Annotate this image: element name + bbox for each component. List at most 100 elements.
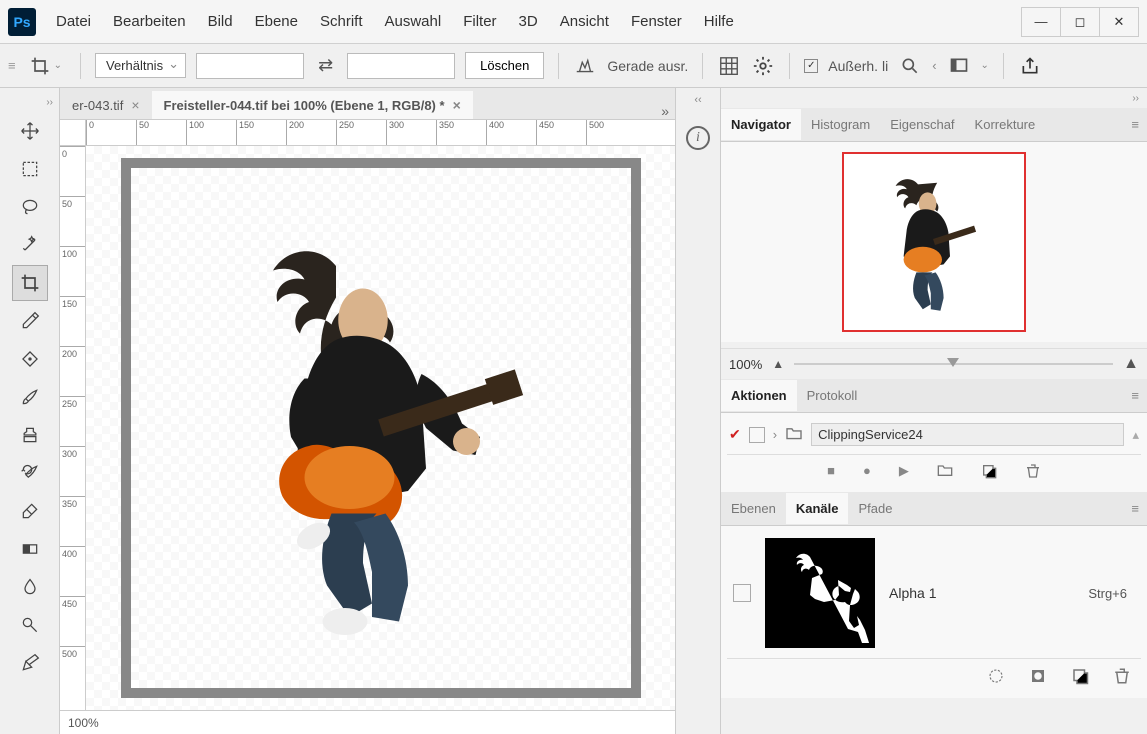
lasso-tool[interactable] (12, 189, 48, 225)
delete-pixels-checkbox[interactable]: ✓ (804, 59, 818, 73)
menu-help[interactable]: Hilfe (704, 13, 734, 30)
pen-tool[interactable] (12, 645, 48, 681)
tab-paths[interactable]: Pfade (848, 493, 902, 524)
tab-label: er-043.tif (72, 98, 123, 113)
navigator-thumbnail[interactable] (842, 152, 1026, 332)
eyedropper-tool[interactable] (12, 303, 48, 339)
maximize-button[interactable]: ◻ (1060, 7, 1100, 37)
straighten-icon[interactable] (573, 54, 597, 78)
menu-view[interactable]: Ansicht (560, 13, 609, 30)
new-action-icon[interactable] (981, 463, 997, 482)
new-set-icon[interactable] (937, 463, 953, 482)
collapse-chevron-icon[interactable]: ‹‹ (694, 94, 701, 106)
panel-expand-icon[interactable]: ›› (721, 88, 1147, 108)
tab-histogram[interactable]: Histogram (801, 109, 880, 140)
tabs-overflow-icon[interactable]: » (661, 103, 669, 119)
close-button[interactable]: ✕ (1099, 7, 1139, 37)
tab-adjustments[interactable]: Korrekture (965, 109, 1046, 140)
action-dialog-box[interactable] (749, 427, 765, 443)
panel-menu-icon[interactable]: ≡ (1123, 388, 1147, 403)
tab-history[interactable]: Protokoll (797, 380, 868, 411)
menu-edit[interactable]: Bearbeiten (113, 13, 186, 30)
play-icon[interactable]: ▶ (899, 463, 909, 482)
tab-channels[interactable]: Kanäle (786, 493, 849, 524)
eraser-tool[interactable] (12, 493, 48, 529)
clone-stamp-tool[interactable] (12, 417, 48, 453)
actions-panel: ✔ › ClippingService24 ▴ ■ ● ▶ (721, 413, 1147, 492)
options-prev-icon[interactable]: ‹ (932, 58, 936, 73)
zoom-out-icon[interactable]: ▲ (772, 357, 784, 371)
minimize-button[interactable]: — (1021, 7, 1061, 37)
ratio-select[interactable]: Verhältnis (95, 53, 186, 78)
action-set-name[interactable]: ClippingService24 (811, 423, 1124, 446)
canvas[interactable] (86, 146, 675, 710)
menu-layer[interactable]: Ebene (255, 13, 298, 30)
gradient-tool[interactable] (12, 531, 48, 567)
new-channel-icon[interactable] (1071, 667, 1089, 688)
action-set-row[interactable]: ✔ › ClippingService24 ▴ (727, 419, 1141, 450)
clear-button[interactable]: Löschen (465, 52, 544, 79)
move-tool[interactable] (12, 113, 48, 149)
tab-actions[interactable]: Aktionen (721, 380, 797, 411)
ruler-horizontal[interactable]: 050100150200250300350400450500 (86, 120, 675, 146)
panel-menu-icon[interactable]: ≡ (1123, 117, 1147, 132)
zoom-in-icon[interactable]: ▲ (1123, 355, 1139, 373)
menu-type[interactable]: Schrift (320, 13, 363, 30)
magic-wand-tool[interactable] (12, 227, 48, 263)
panel-menu-icon[interactable]: ≡ (1123, 501, 1147, 516)
blur-tool[interactable] (12, 569, 48, 605)
menu-window[interactable]: Fenster (631, 13, 682, 30)
healing-brush-tool[interactable] (12, 341, 48, 377)
panel-dock: ›› Navigator Histogram Eigenschaf Korrek… (721, 88, 1147, 734)
options-menu-icon[interactable]: ≡ (8, 58, 16, 73)
document-tab-inactive[interactable]: er-043.tif × (60, 91, 152, 119)
channel-row[interactable]: Alpha 1 Strg+6 (727, 532, 1141, 654)
info-panel-icon[interactable]: i (686, 126, 710, 150)
stop-icon[interactable]: ■ (827, 463, 835, 482)
tab-close-icon[interactable]: × (453, 97, 461, 113)
grid-overlay-icon[interactable] (717, 54, 741, 78)
tab-close-icon[interactable]: × (131, 97, 139, 113)
crop-tool[interactable] (12, 265, 48, 301)
image-content (156, 194, 606, 662)
menu-image[interactable]: Bild (208, 13, 233, 30)
ruler-origin[interactable] (60, 120, 86, 146)
tab-layers[interactable]: Ebenen (721, 493, 786, 524)
load-selection-icon[interactable] (987, 667, 1005, 688)
record-icon[interactable]: ● (863, 463, 871, 482)
history-brush-tool[interactable] (12, 455, 48, 491)
save-selection-icon[interactable] (1029, 667, 1047, 688)
menu-select[interactable]: Auswahl (385, 13, 442, 30)
brush-tool[interactable] (12, 379, 48, 415)
tools-expand-icon[interactable]: ›› (0, 92, 59, 112)
dodge-tool[interactable] (12, 607, 48, 643)
menu-file[interactable]: Datei (56, 13, 91, 30)
tab-properties[interactable]: Eigenschaf (880, 109, 964, 140)
layers-panel-tabs: Ebenen Kanäle Pfade ≡ (721, 492, 1147, 526)
document-tab-active[interactable]: Freisteller-044.tif bei 100% (Ebene 1, R… (152, 91, 473, 119)
ruler-vertical[interactable]: 050100150200250300350400450500 (60, 146, 86, 710)
tab-navigator[interactable]: Navigator (721, 109, 801, 140)
options-dropdown-icon[interactable]: ⌄ (981, 60, 989, 71)
zoom-level[interactable]: 100% (68, 716, 99, 730)
marquee-tool[interactable] (12, 151, 48, 187)
workspace-icon[interactable] (947, 54, 971, 78)
crop-width-input[interactable] (196, 53, 304, 79)
crop-height-input[interactable] (347, 53, 455, 79)
crop-frame[interactable] (121, 158, 641, 698)
swap-dimensions-icon[interactable]: ⇄ (314, 55, 337, 76)
crop-tool-indicator[interactable]: ⌄ (26, 52, 66, 80)
expand-chevron-icon[interactable]: › (773, 427, 777, 442)
share-icon[interactable] (1018, 54, 1042, 78)
search-icon[interactable] (898, 54, 922, 78)
channel-visibility-toggle[interactable] (733, 584, 751, 602)
action-scroll-icon[interactable]: ▴ (1132, 427, 1139, 443)
zoom-slider[interactable] (794, 363, 1113, 365)
menu-3d[interactable]: 3D (519, 13, 538, 30)
navigator-zoom-value[interactable]: 100% (729, 357, 762, 372)
menu-filter[interactable]: Filter (463, 13, 496, 30)
crop-settings-icon[interactable] (751, 54, 775, 78)
delete-icon[interactable] (1025, 463, 1041, 482)
action-toggle-check-icon[interactable]: ✔ (729, 426, 741, 443)
delete-channel-icon[interactable] (1113, 667, 1131, 688)
